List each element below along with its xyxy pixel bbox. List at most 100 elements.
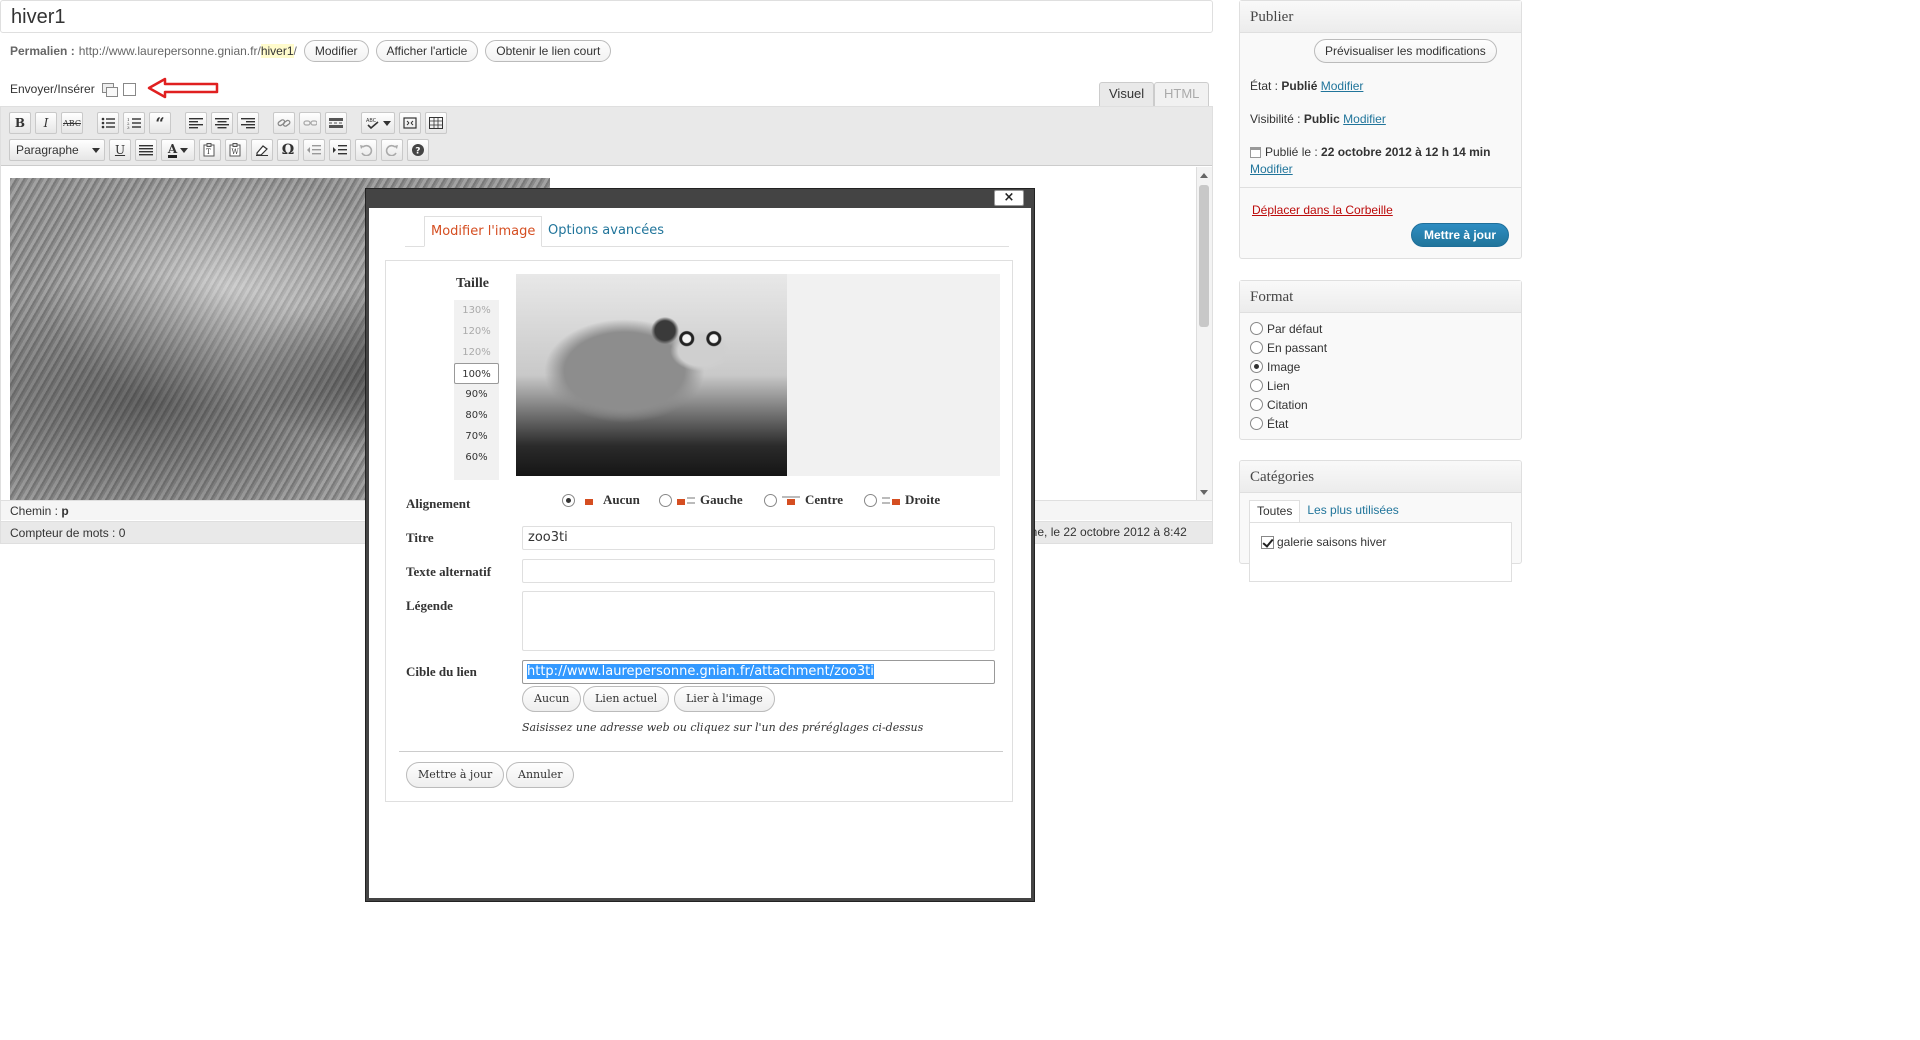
- link-none-button[interactable]: Aucun: [522, 686, 582, 712]
- size-option[interactable]: 120%: [454, 342, 499, 363]
- spellcheck-icon[interactable]: ABC: [361, 112, 395, 134]
- text-color-icon[interactable]: A: [161, 139, 195, 161]
- strikethrough-button[interactable]: ABC: [61, 112, 83, 134]
- align-option-right[interactable]: Droite: [864, 492, 940, 508]
- dialog-cancel-button[interactable]: Annuler: [506, 762, 575, 788]
- format-select[interactable]: Paragraphe: [9, 139, 105, 161]
- post-title-input[interactable]: hiver1: [0, 0, 1213, 33]
- bold-button[interactable]: B: [9, 112, 31, 134]
- update-button[interactable]: Mettre à jour: [1411, 223, 1510, 247]
- radio-icon[interactable]: [764, 493, 777, 507]
- format-select-value: Paragraphe: [16, 143, 79, 157]
- blockquote-icon[interactable]: “: [149, 112, 171, 134]
- alt-text-input[interactable]: [522, 559, 995, 583]
- size-option-selected[interactable]: 100%: [454, 363, 499, 384]
- tab-popular-categories[interactable]: Les plus utilisées: [1300, 500, 1405, 522]
- numbered-list-icon[interactable]: 123: [123, 112, 145, 134]
- radio-icon[interactable]: [864, 493, 877, 507]
- caption-textarea[interactable]: [522, 591, 995, 651]
- radio-icon[interactable]: [659, 493, 672, 507]
- get-shortlink-button[interactable]: Obtenir le lien court: [485, 40, 612, 62]
- link-url-input[interactable]: http://www.laurepersonne.gnian.fr/attach…: [522, 660, 995, 684]
- paste-word-icon[interactable]: W: [225, 139, 247, 161]
- insert-link-icon[interactable]: [273, 112, 295, 134]
- image-title-input[interactable]: zoo3ti: [522, 526, 995, 550]
- underline-button[interactable]: U: [109, 139, 131, 161]
- redo-icon[interactable]: [381, 139, 403, 161]
- dialog-update-button[interactable]: Mettre à jour: [406, 762, 505, 788]
- format-option-aside[interactable]: En passant: [1250, 338, 1511, 357]
- format-option-default[interactable]: Par défaut: [1250, 319, 1511, 338]
- permalink-slug[interactable]: hiver1: [260, 44, 294, 58]
- clear-formatting-icon[interactable]: [251, 139, 273, 161]
- tab-html[interactable]: HTML: [1154, 82, 1210, 106]
- editor-toolbar: B I ABC 123 “ ABC Paragraphe U A T W Ω ?: [1, 107, 1212, 166]
- status-edit-link[interactable]: Modifier: [1321, 79, 1364, 93]
- justify-icon[interactable]: [135, 139, 157, 161]
- size-option[interactable]: 120%: [454, 321, 499, 342]
- preview-changes-button[interactable]: Prévisualiser les modifications: [1314, 39, 1497, 63]
- align-right-icon[interactable]: [237, 112, 259, 134]
- size-option[interactable]: 90%: [454, 384, 499, 405]
- radio-icon[interactable]: [1250, 341, 1263, 354]
- fullscreen-icon[interactable]: [399, 112, 421, 134]
- outdent-icon[interactable]: [303, 139, 325, 161]
- undo-icon[interactable]: [355, 139, 377, 161]
- permalink-edit-button[interactable]: Modifier: [303, 40, 369, 62]
- size-option[interactable]: 130%: [454, 300, 499, 321]
- align-option-left[interactable]: Gauche: [659, 492, 743, 508]
- editor-scroll-thumb[interactable]: [1199, 185, 1209, 327]
- kitchen-sink-icon[interactable]: [425, 112, 447, 134]
- align-option-center[interactable]: Centre: [764, 492, 843, 508]
- tab-edit-image[interactable]: Modifier l'image: [424, 216, 543, 247]
- view-post-button[interactable]: Afficher l'article: [375, 40, 479, 62]
- size-option[interactable]: 60%: [454, 447, 499, 468]
- checkbox-checked-icon[interactable]: [1261, 535, 1274, 549]
- radio-icon[interactable]: [1250, 417, 1263, 430]
- path-element[interactable]: p: [61, 504, 68, 518]
- radio-checked-icon[interactable]: [562, 493, 575, 507]
- align-center-icon[interactable]: [211, 112, 233, 134]
- svg-text:3: 3: [127, 125, 130, 129]
- radio-icon[interactable]: [1250, 322, 1263, 335]
- radio-checked-icon[interactable]: [1250, 360, 1263, 373]
- link-current-button[interactable]: Lien actuel: [583, 686, 670, 712]
- published-date-edit-link[interactable]: Modifier: [1250, 162, 1293, 176]
- format-option-quote[interactable]: Citation: [1250, 395, 1511, 414]
- close-icon[interactable]: ×: [994, 190, 1024, 206]
- size-option[interactable]: 80%: [454, 405, 499, 426]
- list-item[interactable]: galerie saisons hiver: [1250, 523, 1511, 549]
- path-label: Chemin :: [10, 504, 59, 518]
- align-left-icon[interactable]: [185, 112, 207, 134]
- link-to-image-button[interactable]: Lier à l'image: [674, 686, 775, 712]
- radio-icon[interactable]: [1250, 379, 1263, 392]
- insert-more-icon[interactable]: [325, 112, 347, 134]
- permalink-row: Permalien : http://www.laurepersonne.gni…: [10, 40, 612, 62]
- add-media-icon[interactable]: [122, 82, 136, 96]
- remove-link-icon[interactable]: [299, 112, 321, 134]
- visibility-line: Visibilité : Public Modifier: [1250, 112, 1386, 126]
- move-to-trash-link[interactable]: Déplacer dans la Corbeille: [1252, 203, 1393, 217]
- italic-button[interactable]: I: [35, 112, 57, 134]
- paste-text-icon[interactable]: T: [199, 139, 221, 161]
- last-edited-info: nne, le 22 octobre 2012 à 8:42: [1024, 525, 1187, 539]
- tab-advanced-options[interactable]: Options avancées: [542, 216, 670, 247]
- scroll-up-icon[interactable]: [1200, 173, 1208, 178]
- tab-visual[interactable]: Visuel: [1099, 82, 1155, 106]
- radio-icon[interactable]: [1250, 398, 1263, 411]
- media-library-icon[interactable]: [101, 82, 118, 97]
- align-option-none[interactable]: Aucun: [562, 492, 640, 508]
- size-option[interactable]: 70%: [454, 426, 499, 447]
- upload-insert-label: Envoyer/Insérer: [10, 82, 95, 96]
- scroll-down-icon[interactable]: [1200, 490, 1208, 495]
- indent-icon[interactable]: [329, 139, 351, 161]
- tab-all-categories[interactable]: Toutes: [1249, 500, 1301, 522]
- bullet-list-icon[interactable]: [97, 112, 119, 134]
- format-option-status[interactable]: État: [1250, 414, 1511, 433]
- link-target-label: Cible du lien: [406, 664, 477, 679]
- visibility-edit-link[interactable]: Modifier: [1343, 112, 1386, 126]
- special-characters-icon[interactable]: Ω: [277, 139, 299, 161]
- help-icon[interactable]: ?: [407, 139, 429, 161]
- format-option-link[interactable]: Lien: [1250, 376, 1511, 395]
- format-option-image[interactable]: Image: [1250, 357, 1511, 376]
